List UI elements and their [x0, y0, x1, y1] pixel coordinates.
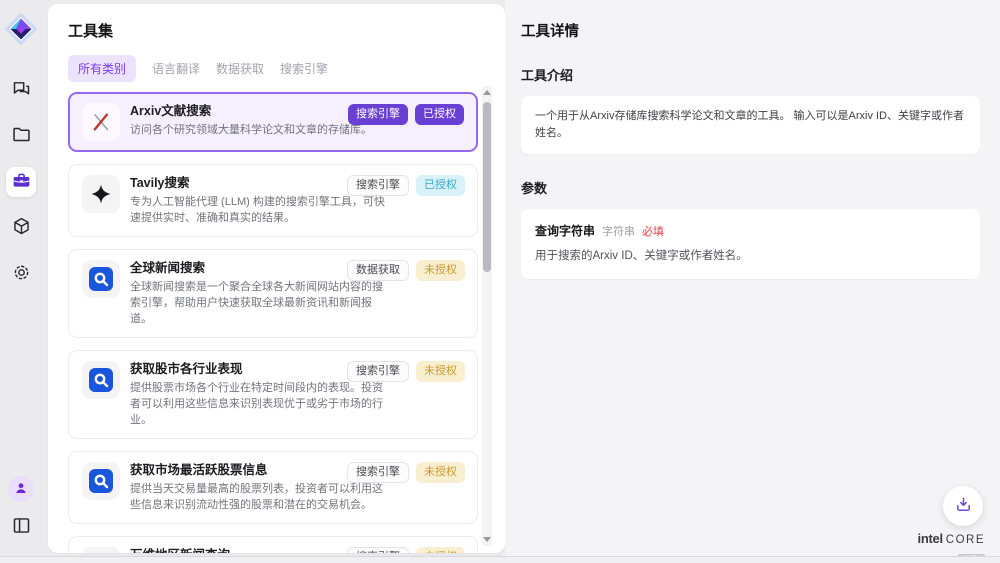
user-avatar-icon	[13, 480, 29, 499]
sparkle-icon	[82, 175, 120, 213]
panel-toggle-button[interactable]	[6, 512, 36, 542]
intro-heading: 工具介绍	[521, 65, 980, 84]
tool-description: 专为人工智能代理 (LLM) 构建的搜索引擎工具，可快速提供实时、准确和真实的结…	[130, 194, 392, 226]
auth-badge: 已授权	[415, 104, 464, 125]
app-logo-icon[interactable]	[3, 11, 39, 47]
blue-search-icon	[82, 462, 120, 500]
tab-all-categories[interactable]: 所有类别	[68, 55, 136, 82]
tool-card-stock-sectors[interactable]: 获取股市各行业表现 提供股票市场各个行业在特定时间段内的表现。投资者可以利用这些…	[68, 350, 478, 439]
sidebar	[0, 0, 42, 556]
intro-text: 一个用于从Arxiv存储库搜索科学论文和文章的工具。 输入可以是Arxiv ID…	[535, 108, 966, 142]
auth-badge: 未授权	[416, 260, 465, 281]
tool-card-global-news[interactable]: 全球新闻搜索 全球新闻搜索是一个聚合全球各大新闻网站内容的搜索引擎，帮助用户快速…	[68, 249, 478, 338]
scroll-thumb[interactable]	[483, 102, 491, 272]
sidebar-bottom	[6, 476, 36, 542]
auth-badge: 未授权	[416, 462, 465, 483]
tool-description: 提供当天交易量最高的股票列表，投资者可以利用这些信息来识别流动性强的股票和潜在的…	[130, 481, 392, 513]
sidebar-item-packages[interactable]	[6, 213, 36, 243]
tool-card-regional-news[interactable]: 万维地区新闻查询 查询具体行政区划内的新闻，快速了解各地新闻动 搜索引擎 未授权	[68, 536, 478, 553]
sidebar-item-files[interactable]	[6, 121, 36, 151]
toolbox-icon	[11, 170, 32, 194]
window-bottom-bar	[0, 556, 1000, 563]
sidebar-item-settings[interactable]	[6, 259, 36, 289]
param-type: 字符串	[602, 223, 635, 239]
download-button[interactable]	[943, 486, 983, 526]
category-badge: 搜索引擎	[347, 462, 409, 483]
category-badge: 搜索引擎	[347, 175, 409, 196]
tool-description: 全球新闻搜索是一个聚合全球各大新闻网站内容的搜索引擎，帮助用户快速获取全球最新资…	[130, 279, 392, 327]
detail-title: 工具详情	[521, 20, 980, 41]
folder-icon	[11, 124, 32, 148]
param-card: 查询字符串 字符串 必填 用于搜索的Arxiv ID、关键字或作者姓名。	[521, 209, 980, 279]
scroll-down-arrow[interactable]	[483, 537, 491, 542]
auth-badge: 未授权	[416, 361, 465, 382]
sidebar-item-tools[interactable]	[6, 167, 36, 197]
panel-toggle-icon	[11, 515, 32, 539]
tool-badges: 数据获取 未授权	[347, 260, 465, 281]
tool-card-arxiv[interactable]: Arxiv文献搜索 访问各个研究领域大量科学论文和文章的存储库。 搜索引擎 已授…	[68, 92, 478, 152]
param-required-badge: 必填	[642, 223, 664, 239]
tool-badges: 搜索引擎 已授权	[347, 175, 465, 196]
intel-wordmark: intel	[918, 532, 943, 545]
param-name: 查询字符串	[535, 222, 595, 239]
core-wordmark: core	[946, 535, 985, 547]
tool-card-active-stocks[interactable]: 获取市场最活跃股票信息 提供当天交易量最高的股票列表，投资者可以利用这些信息来识…	[68, 451, 478, 524]
tool-badges: 搜索引擎 未授权	[347, 361, 465, 382]
download-icon	[954, 495, 973, 517]
user-avatar[interactable]	[8, 476, 34, 502]
tools-panel: 工具集 所有类别 语言翻译 数据获取 搜索引擎 Arxiv文献搜索 访问各个研究…	[48, 4, 505, 553]
auth-badge: 未授权	[416, 547, 465, 553]
blue-search-icon	[82, 361, 120, 399]
tab-language-translation[interactable]: 语言翻译	[152, 55, 200, 82]
category-badge: 搜索引擎	[347, 361, 409, 382]
sidebar-item-chat[interactable]	[6, 75, 36, 105]
params-heading: 参数	[521, 178, 980, 197]
intro-card: 一个用于从Arxiv存储库搜索科学论文和文章的工具。 输入可以是Arxiv ID…	[521, 96, 980, 154]
tool-description: 提供股票市场各个行业在特定时间段内的表现。投资者可以利用这些信息来识别表现优于或…	[130, 380, 392, 428]
tool-detail-panel: 工具详情 工具介绍 一个用于从Arxiv存储库搜索科学论文和文章的工具。 输入可…	[505, 0, 1000, 556]
sidebar-nav	[6, 75, 36, 289]
category-badge: 数据获取	[347, 260, 409, 281]
category-tabs: 所有类别 语言翻译 数据获取 搜索引擎	[68, 55, 485, 82]
tab-data-acquisition[interactable]: 数据获取	[216, 55, 264, 82]
chat-icon	[11, 78, 32, 102]
scroll-up-arrow[interactable]	[483, 90, 491, 95]
newspaper-icon	[82, 547, 120, 553]
gear-icon	[11, 262, 32, 286]
page-title: 工具集	[68, 20, 485, 41]
auth-badge: 已授权	[416, 175, 465, 196]
tool-badges: 搜索引擎 已授权	[348, 104, 464, 125]
tab-search-engine[interactable]: 搜索引擎	[280, 55, 328, 82]
cube-icon	[11, 216, 32, 240]
tool-badges: 搜索引擎 未授权	[347, 547, 465, 553]
tool-card-tavily[interactable]: Tavily搜索 专为人工智能代理 (LLM) 构建的搜索引擎工具，可快速提供实…	[68, 164, 478, 237]
list-scrollbar[interactable]	[482, 86, 492, 546]
tool-list: Arxiv文献搜索 访问各个研究领域大量科学论文和文章的存储库。 搜索引擎 已授…	[68, 92, 478, 553]
arxiv-icon	[82, 103, 120, 141]
param-head: 查询字符串 字符串 必填	[535, 222, 966, 239]
param-description: 用于搜索的Arxiv ID、关键字或作者姓名。	[535, 248, 966, 264]
tool-badges: 搜索引擎 未授权	[347, 462, 465, 483]
category-badge: 搜索引擎	[348, 104, 408, 125]
category-badge: 搜索引擎	[347, 547, 409, 553]
blue-search-icon	[82, 260, 120, 298]
